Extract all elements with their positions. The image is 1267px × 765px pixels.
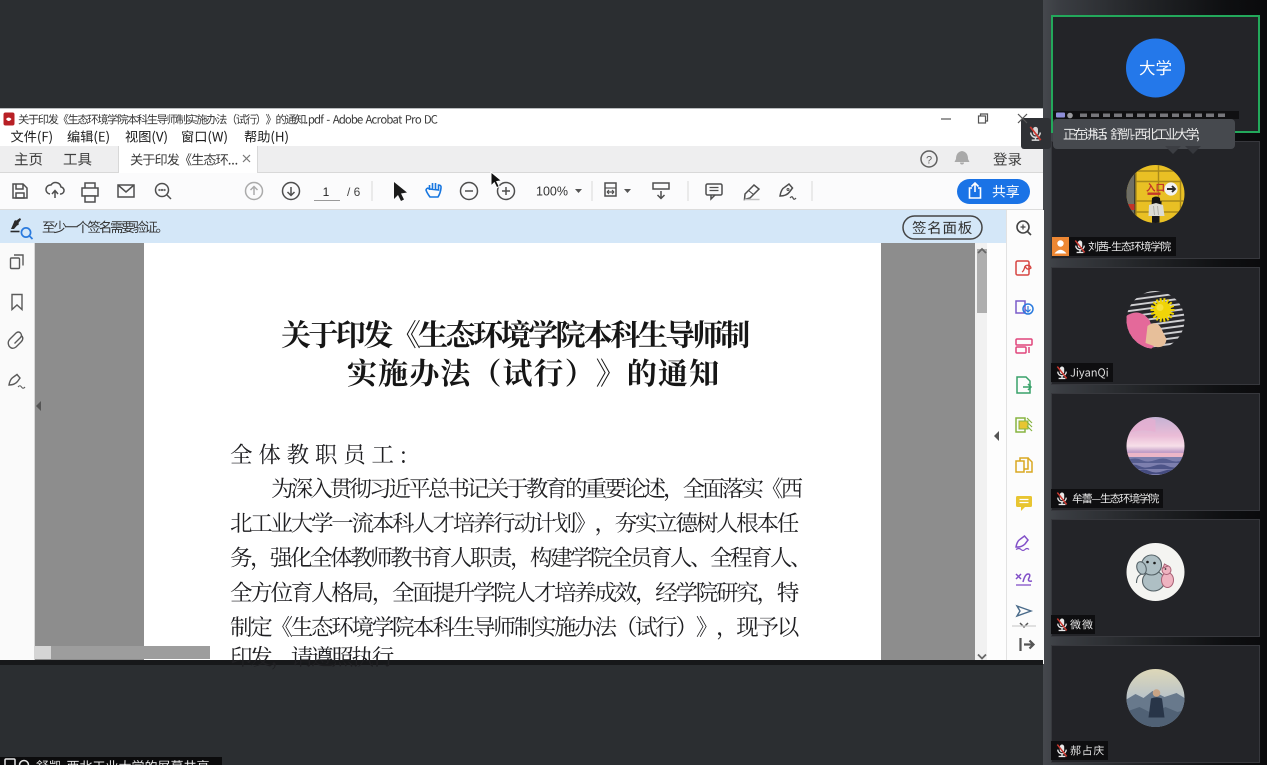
svg-text:/ 6: / 6 <box>347 185 361 199</box>
svg-text:1: 1 <box>323 185 330 199</box>
svg-text:?: ? <box>926 155 932 167</box>
svg-text:100%: 100% <box>536 185 568 199</box>
